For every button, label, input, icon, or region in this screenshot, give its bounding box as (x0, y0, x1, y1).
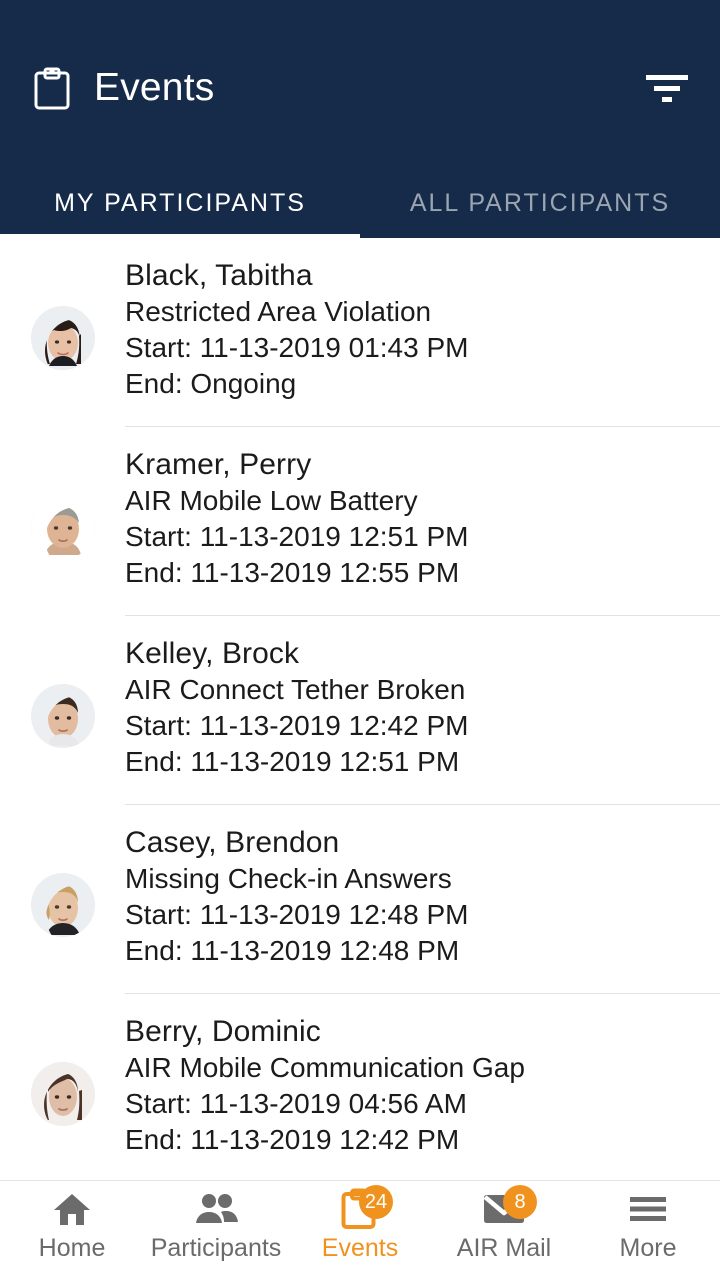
avatar-wrap (0, 1061, 125, 1130)
events-icon-wrap: 24 (329, 1185, 393, 1232)
event-type: Restricted Area Violation (125, 296, 432, 328)
event-type: Missing Check-in Answers (125, 863, 452, 895)
events-badge: 24 (359, 1185, 393, 1219)
event-start-time: Start: 11-13-2019 12:42 PM (125, 710, 469, 742)
event-end-time: End: 11-13-2019 12:42 PM (125, 1123, 460, 1155)
air-mail-icon-wrap: 8 (473, 1185, 537, 1232)
event-start-time: Start: 11-13-2019 01:43 PM (125, 332, 469, 364)
event-text: Black, Tabitha Restricted Area Violation… (125, 252, 720, 402)
event-end-time: End: 11-13-2019 12:48 PM (125, 934, 460, 966)
page-title: Events (94, 66, 215, 109)
app-header: Events MY PARTICIPANTS ALL PARTICIPANTS (0, 0, 720, 238)
home-icon (52, 1191, 92, 1232)
avatar (30, 305, 95, 370)
tab-my-participants-label: MY PARTICIPANTS (54, 188, 306, 217)
event-participant-name: Berry, Dominic (125, 1015, 321, 1048)
event-participant-name: Casey, Brendon (125, 826, 340, 859)
nav-label-home: Home (38, 1234, 106, 1262)
event-participant-name: Kelley, Brock (125, 637, 300, 670)
filter-icon (644, 71, 690, 107)
event-start-time: Start: 11-13-2019 12:48 PM (125, 899, 469, 931)
app-bar: Events (0, 0, 720, 178)
nav-item-home[interactable]: Home (0, 1190, 144, 1261)
avatar (30, 1061, 95, 1126)
nav-item-air-mail[interactable]: 8 AIR Mail (432, 1185, 576, 1262)
event-text: Berry, Dominic AIR Mobile Communication … (125, 1008, 720, 1158)
table-row[interactable]: Kramer, Perry AIR Mobile Low Battery Sta… (0, 427, 720, 616)
event-text: Kelley, Brock AIR Connect Tether Broken … (125, 630, 720, 780)
bottom-navigation: Home Participants 24 Events 8 AIR Mail M… (0, 1180, 720, 1280)
air-mail-badge: 8 (503, 1185, 537, 1219)
avatar (30, 683, 95, 748)
filter-button[interactable] (636, 58, 698, 120)
avatar (30, 872, 95, 937)
event-start-time: Start: 11-13-2019 04:56 AM (125, 1088, 467, 1120)
event-start-time: Start: 11-13-2019 12:51 PM (125, 521, 469, 553)
event-type: AIR Mobile Low Battery (125, 485, 418, 517)
table-row[interactable]: Kelley, Brock AIR Connect Tether Broken … (0, 616, 720, 805)
clipboard-icon (34, 67, 70, 111)
event-participant-name: Black, Tabitha (125, 259, 313, 292)
tab-my-participants[interactable]: MY PARTICIPANTS (0, 178, 360, 238)
event-end-time: End: 11-13-2019 12:51 PM (125, 745, 460, 777)
people-icon (193, 1192, 239, 1231)
event-type: AIR Connect Tether Broken (125, 674, 466, 706)
nav-label-air-mail: AIR Mail (456, 1234, 552, 1262)
avatar (30, 494, 95, 559)
event-end-time: End: 11-13-2019 12:55 PM (125, 556, 460, 588)
hamburger-icon (628, 1194, 668, 1229)
nav-label-events: Events (321, 1234, 399, 1262)
people-icon-wrap (185, 1190, 247, 1232)
event-end-time: End: Ongoing (125, 367, 297, 399)
event-text: Kramer, Perry AIR Mobile Low Battery Sta… (125, 441, 720, 591)
tab-bar: MY PARTICIPANTS ALL PARTICIPANTS (0, 178, 720, 238)
nav-item-more[interactable]: More (576, 1190, 720, 1261)
table-row[interactable]: Casey, Brendon Missing Check-in Answers … (0, 805, 720, 994)
nav-label-more: More (619, 1234, 677, 1262)
avatar-wrap (0, 305, 125, 374)
table-row[interactable]: Berry, Dominic AIR Mobile Communication … (0, 994, 720, 1180)
tab-all-participants-label: ALL PARTICIPANTS (409, 188, 671, 217)
home-icon-wrap (41, 1190, 103, 1232)
avatar-wrap (0, 494, 125, 563)
events-list[interactable]: Black, Tabitha Restricted Area Violation… (0, 238, 720, 1180)
tab-all-participants[interactable]: ALL PARTICIPANTS (360, 178, 720, 238)
app-root: Events MY PARTICIPANTS ALL PARTICIPANTS (0, 0, 720, 1280)
more-icon-wrap (617, 1190, 679, 1232)
avatar-wrap (0, 872, 125, 941)
event-text: Casey, Brendon Missing Check-in Answers … (125, 819, 720, 969)
event-participant-name: Kramer, Perry (125, 448, 312, 481)
avatar-wrap (0, 683, 125, 752)
app-bar-left: Events (34, 67, 214, 111)
nav-label-participants: Participants (150, 1234, 282, 1262)
nav-item-events[interactable]: 24 Events (288, 1185, 432, 1262)
nav-item-participants[interactable]: Participants (144, 1190, 288, 1261)
table-row[interactable]: Black, Tabitha Restricted Area Violation… (0, 238, 720, 427)
event-type: AIR Mobile Communication Gap (125, 1052, 525, 1084)
